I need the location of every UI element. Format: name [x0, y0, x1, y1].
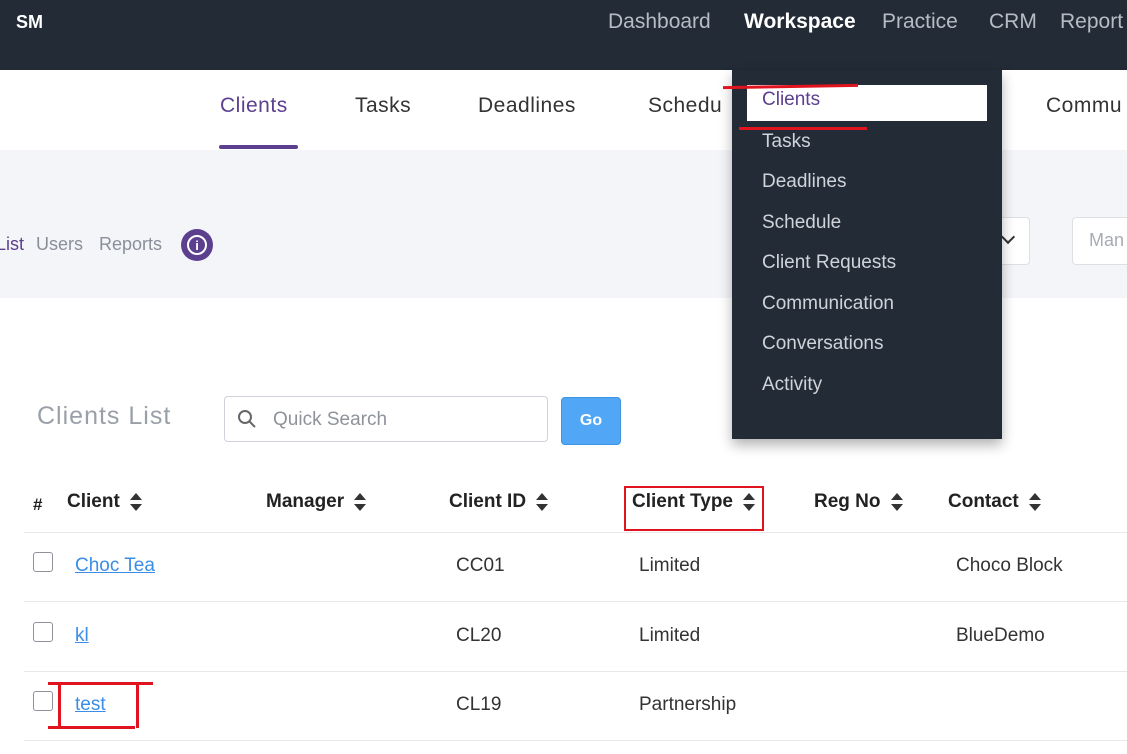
sort-icon[interactable]	[890, 493, 903, 511]
topnav-dashboard[interactable]: Dashboard	[608, 10, 711, 34]
row-checkbox[interactable]	[33, 691, 53, 711]
col-header-reg-no[interactable]: Reg No	[814, 491, 903, 513]
tab-tasks[interactable]: Tasks	[355, 94, 411, 118]
col-header-manager[interactable]: Manager	[266, 491, 367, 513]
tab-clients[interactable]: Clients	[220, 94, 288, 118]
quick-search-input[interactable]	[271, 407, 535, 433]
workspace-dropdown-menu: Tasks Deadlines Schedule Client Requests…	[732, 70, 1002, 439]
contact-cell: BlueDemo	[956, 625, 1045, 646]
info-icon[interactable]: i	[181, 229, 213, 261]
clients-list-title: Clients List	[37, 402, 172, 430]
menu-item-schedule[interactable]: Schedule	[762, 212, 841, 234]
topnav-practice[interactable]: Practice	[882, 10, 958, 34]
sort-icon[interactable]	[354, 493, 367, 511]
annotation-mark	[58, 682, 61, 728]
row-divider	[24, 671, 1127, 672]
client-type-cell: Limited	[639, 555, 701, 576]
client-type-cell: Partnership	[639, 694, 737, 715]
col-header-contact[interactable]: Contact	[948, 491, 1041, 513]
annotation-mark	[48, 726, 135, 729]
col-header-client-label: Client	[67, 491, 120, 512]
tab-deadlines[interactable]: Deadlines	[478, 94, 576, 118]
top-navbar: SM Dashboard Workspace Practice CRM Repo…	[0, 0, 1127, 70]
menu-item-conversations[interactable]: Conversations	[762, 333, 883, 355]
info-icon-glyph: i	[187, 235, 207, 255]
menu-item-clients[interactable]: Clients	[762, 89, 820, 111]
menu-item-deadlines[interactable]: Deadlines	[762, 171, 847, 193]
quick-search-box[interactable]	[224, 396, 548, 442]
col-header-index-label: #	[33, 495, 43, 514]
topnav-crm[interactable]: CRM	[989, 10, 1037, 34]
tab-schedule[interactable]: Schedu	[648, 94, 722, 118]
row-divider	[24, 601, 1127, 602]
client-name-link[interactable]: Choc Tea	[75, 555, 155, 577]
menu-item-communication[interactable]: Communication	[762, 293, 894, 315]
col-header-contact-label: Contact	[948, 491, 1019, 512]
col-header-manager-label: Manager	[266, 491, 345, 512]
topnav-workspace[interactable]: Workspace	[744, 10, 856, 34]
toolbar-link-users[interactable]: Users	[36, 234, 83, 255]
client-name-link[interactable]: test	[75, 694, 106, 716]
contact-cell: Choco Block	[956, 555, 1063, 576]
col-header-reg-no-label: Reg No	[814, 491, 881, 512]
row-divider	[24, 740, 1127, 741]
row-divider	[24, 532, 1127, 533]
sort-icon[interactable]	[536, 493, 549, 511]
search-icon	[238, 410, 256, 428]
manager-filter-placeholder: Man	[1089, 230, 1125, 250]
menu-item-client-requests[interactable]: Client Requests	[762, 252, 896, 274]
annotation-box-client-type	[624, 486, 764, 531]
sort-icon[interactable]	[129, 493, 142, 511]
col-header-client[interactable]: Client	[67, 491, 142, 513]
col-header-client-id[interactable]: Client ID	[449, 491, 549, 513]
client-type-cell: Limited	[639, 625, 701, 646]
tab-communication[interactable]: Commu	[1046, 94, 1122, 118]
go-button[interactable]: Go	[561, 397, 621, 445]
client-id-cell: CL19	[456, 694, 502, 715]
menu-item-activity[interactable]: Activity	[762, 374, 822, 396]
col-header-client-id-label: Client ID	[449, 491, 527, 512]
sort-icon[interactable]	[1028, 493, 1041, 511]
active-tab-indicator	[219, 145, 298, 149]
col-header-index: #	[33, 495, 42, 515]
annotation-mark	[136, 684, 139, 728]
toolbar-link-list[interactable]: List	[0, 234, 24, 255]
row-checkbox[interactable]	[33, 552, 53, 572]
toolbar-link-reports[interactable]: Reports	[99, 234, 162, 255]
menu-item-tasks[interactable]: Tasks	[762, 131, 811, 153]
topnav-report[interactable]: Report	[1060, 10, 1123, 34]
row-checkbox[interactable]	[33, 622, 53, 642]
top-nav-menu: Dashboard Workspace Practice CRM Report	[0, 0, 1127, 70]
client-id-cell: CL20	[456, 625, 502, 646]
client-name-link[interactable]: kl	[75, 625, 89, 647]
annotation-mark	[739, 127, 867, 130]
client-id-cell: CC01	[456, 555, 505, 576]
